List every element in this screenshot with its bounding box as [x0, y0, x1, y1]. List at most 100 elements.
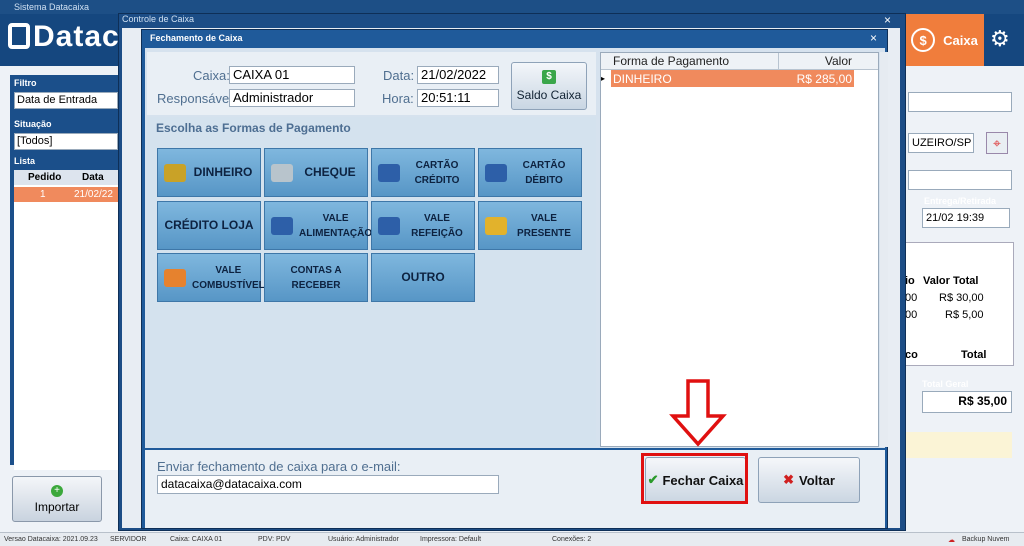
data-label: Data: [383, 68, 415, 83]
payment-button-vale-refeição[interactable]: VALE REFEIÇÃO [371, 201, 475, 250]
grid-cell-forma: DINHEIRO [613, 72, 672, 86]
situacao-label: Situação [14, 119, 52, 129]
lista-label: Lista [14, 156, 36, 166]
payment-button-vale-presente[interactable]: VALE PRESENTE [478, 201, 582, 250]
payment-button-label: VALE COMBUSTÍVEL [192, 264, 265, 291]
down-arrow-annotation-icon [669, 379, 727, 447]
map-pin-icon[interactable]: ⌖ [986, 132, 1008, 154]
payments-grid-row[interactable]: ▸ DINHEIRO R$ 285,00 [601, 70, 878, 87]
coins-icon [164, 163, 186, 182]
payment-button-label: CARTÃO DÉBITO [522, 159, 566, 186]
payment-button-label: VALE PRESENTE [517, 212, 571, 239]
payment-button-cartão-débito[interactable]: CARTÃO DÉBITO [478, 148, 582, 197]
voucher-icon [271, 216, 293, 235]
add-icon: + [51, 484, 63, 497]
row-pedido: 1 [40, 189, 46, 200]
grid-col-forma: Forma de Pagamento [613, 54, 730, 68]
order-list-header: Pedido Data [14, 170, 118, 185]
items-cell: 00 [905, 309, 918, 321]
row-indicator-icon: ▸ [601, 70, 611, 87]
items-col-total: Valor Total [923, 275, 979, 287]
controle-caixa-title: Controle de Caixa [122, 14, 195, 24]
logo-mark-icon [8, 23, 30, 49]
status-servidor: SERVIDOR [110, 536, 147, 543]
debit-card-icon [485, 163, 507, 182]
dialog-title: Fechamento de Caixa [150, 33, 243, 43]
payments-grid-header: Forma de Pagamento Valor [601, 53, 878, 70]
payment-button-crédito-loja[interactable]: CRÉDITO LOJA [157, 201, 261, 250]
highlight-box [641, 453, 748, 504]
app-logo: Datac [8, 20, 120, 54]
right-input-1[interactable] [908, 92, 1012, 112]
app-title-bar: Sistema Datacaixa [0, 0, 1024, 14]
caixa-menu-button[interactable]: $ Caixa [905, 14, 984, 66]
col-data: Data [82, 172, 104, 183]
dollar-coin-icon: $ [911, 28, 936, 52]
status-versao: Versao Datacaixa: 2021.09.23 [4, 536, 98, 543]
settings-gear-icon[interactable]: ⚙ [990, 26, 1010, 52]
payment-button-label: CONTAS A RECEBER [290, 264, 342, 291]
payment-button-label: CHEQUE [304, 165, 356, 179]
status-conexoes: Conexões: 2 [552, 536, 592, 543]
caixa-label: Caixa: [193, 68, 230, 83]
responsavel-label: Responsável: [157, 91, 236, 106]
status-usuario: Usuário: Administrador [328, 536, 399, 543]
importar-button[interactable]: + Importar [12, 476, 102, 522]
data-field[interactable]: 21/02/2022 [417, 66, 499, 84]
credit-card-icon [378, 163, 400, 182]
dialog-close-icon[interactable]: × [870, 31, 877, 45]
payment-button-vale-combustível[interactable]: VALE COMBUSTÍVEL [157, 253, 265, 302]
status-pdv: PDV: PDV [258, 536, 291, 543]
total-geral-value: R$ 35,00 [922, 391, 1012, 413]
responsavel-field[interactable]: Administrador [229, 89, 355, 107]
hora-field[interactable]: 20:51:11 [417, 89, 499, 107]
app-title: Sistema Datacaixa [14, 2, 90, 12]
status-caixa: Caixa: CAIXA 01 [170, 536, 223, 543]
grid-scrollbar[interactable] [880, 52, 888, 447]
saldo-caixa-label: Saldo Caixa [516, 88, 582, 102]
controle-caixa-close-icon[interactable]: × [884, 13, 891, 27]
filtro-select[interactable]: Data de Entrada [14, 92, 118, 109]
total-geral-label: Total Geral [922, 379, 969, 389]
saldo-caixa-button[interactable]: $ Saldo Caixa [511, 62, 587, 110]
fuel-icon [164, 268, 186, 287]
status-backup[interactable]: Backup Nuvem [962, 536, 1009, 543]
items-col-a: io [905, 275, 915, 287]
right-input-3[interactable] [908, 170, 1012, 190]
voucher-icon [378, 216, 400, 235]
entrega-label: Entrega/Retirada [924, 196, 997, 206]
cheque-icon [271, 163, 293, 182]
entrega-field[interactable]: 21/02 19:39 [922, 208, 1010, 228]
order-list-row[interactable]: 1 21/02/22 [14, 187, 118, 202]
payment-button-contas-a-receber[interactable]: CONTAS A RECEBER [264, 253, 368, 302]
payment-button-label: VALE ALIMENTAÇÃO [299, 212, 373, 239]
status-bar: Versao Datacaixa: 2021.09.23 SERVIDOR Ca… [0, 532, 1024, 546]
situacao-select[interactable]: [Todos] [14, 133, 118, 150]
payment-button-cartão-crédito[interactable]: CARTÃO CRÉDITO [371, 148, 475, 197]
payment-button-label: CRÉDITO LOJA [164, 218, 254, 232]
payment-button-vale-alimentação[interactable]: VALE ALIMENTAÇÃO [264, 201, 372, 250]
items-table[interactable]: io Valor Total 00 R$ 30,00 00 R$ 5,00 co… [902, 242, 1014, 366]
payment-button-label: DINHEIRO [193, 165, 253, 179]
payment-button-label: CARTÃO CRÉDITO [414, 159, 460, 186]
caixa-menu-label: Caixa [943, 32, 978, 48]
cloud-backup-icon: ☁ [948, 537, 955, 544]
order-list[interactable] [14, 170, 118, 470]
row-data: 21/02/22 [74, 189, 113, 200]
payment-title: Escolha as Formas de Pagamento [156, 121, 351, 135]
payment-button-cheque[interactable]: CHEQUE [264, 148, 368, 197]
col-pedido: Pedido [28, 172, 62, 183]
voltar-button[interactable]: ✖ Voltar [758, 457, 860, 503]
email-input[interactable]: datacaixa@datacaixa.com [157, 475, 499, 494]
hora-label: Hora: [382, 91, 414, 106]
items-cell: 00 [905, 292, 918, 304]
city-field[interactable]: UZEIRO/SP [908, 133, 974, 153]
voltar-label: Voltar [799, 472, 835, 488]
caixa-field[interactable]: CAIXA 01 [229, 66, 355, 84]
notice-box [902, 432, 1012, 458]
items-footer-a: co [905, 349, 918, 361]
payment-button-dinheiro[interactable]: DINHEIRO [157, 148, 261, 197]
payment-button-outro[interactable]: OUTRO [371, 253, 475, 302]
gift-icon [485, 216, 507, 235]
payments-grid[interactable] [600, 52, 879, 447]
